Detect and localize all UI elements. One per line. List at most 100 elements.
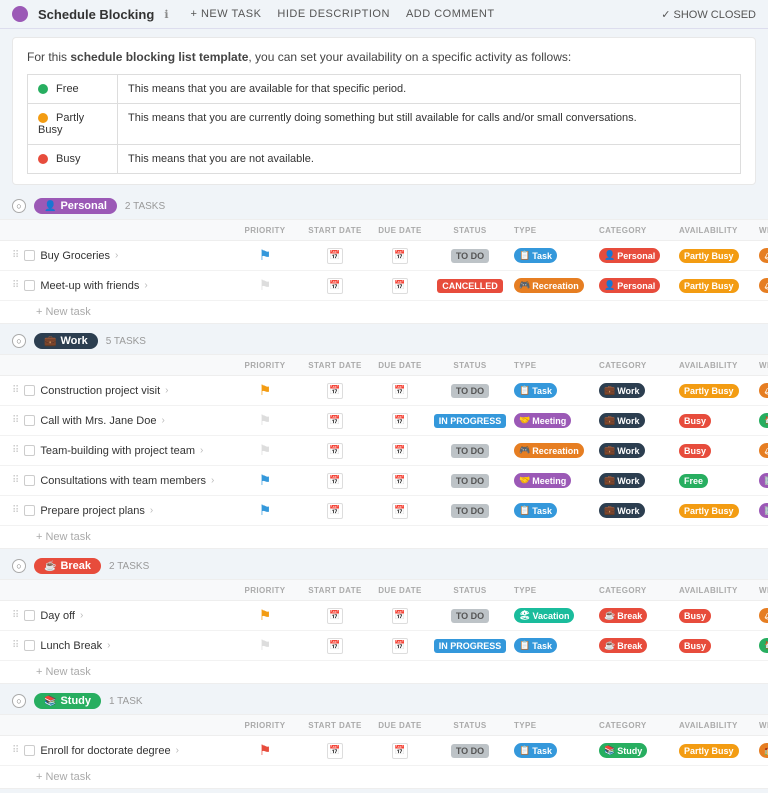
task-start-cell[interactable]: 📅 bbox=[300, 383, 370, 399]
task-expand-arrow[interactable]: › bbox=[107, 640, 110, 651]
task-checkbox[interactable] bbox=[24, 475, 35, 486]
category-badge: ☕Break bbox=[599, 638, 647, 653]
task-expand-arrow[interactable]: › bbox=[211, 475, 214, 486]
task-due-cell[interactable]: 📅 bbox=[370, 278, 430, 294]
drag-handle[interactable]: ⠿ bbox=[12, 385, 19, 396]
due-date-icon[interactable]: 📅 bbox=[392, 638, 408, 654]
task-checkbox[interactable] bbox=[24, 610, 35, 621]
group-toggle-personal[interactable]: ○ bbox=[12, 199, 26, 213]
task-checkbox[interactable] bbox=[24, 445, 35, 456]
task-due-cell[interactable]: 📅 bbox=[370, 608, 430, 624]
task-start-cell[interactable]: 📅 bbox=[300, 248, 370, 264]
due-date-icon[interactable]: 📅 bbox=[392, 383, 408, 399]
show-closed-toggle[interactable]: ✓ SHOW CLOSED bbox=[661, 8, 756, 21]
start-date-icon[interactable]: 📅 bbox=[327, 743, 343, 759]
task-start-cell[interactable]: 📅 bbox=[300, 443, 370, 459]
drag-handle[interactable]: ⠿ bbox=[12, 505, 19, 516]
task-checkbox[interactable] bbox=[24, 640, 35, 651]
drag-handle[interactable]: ⠿ bbox=[12, 250, 19, 261]
task-checkbox[interactable] bbox=[24, 280, 35, 291]
task-status-cell[interactable]: TO DO bbox=[430, 744, 510, 758]
task-start-cell[interactable]: 📅 bbox=[300, 413, 370, 429]
group-toggle-work[interactable]: ○ bbox=[12, 334, 26, 348]
task-checkbox[interactable] bbox=[24, 415, 35, 426]
drag-handle[interactable]: ⠿ bbox=[12, 610, 19, 621]
task-status-cell[interactable]: IN PROGRESS bbox=[430, 639, 510, 653]
drag-handle[interactable]: ⠿ bbox=[12, 280, 19, 291]
group-toggle-break[interactable]: ○ bbox=[12, 559, 26, 573]
drag-handle[interactable]: ⠿ bbox=[12, 745, 19, 756]
start-date-icon[interactable]: 📅 bbox=[327, 383, 343, 399]
start-date-icon[interactable]: 📅 bbox=[327, 638, 343, 654]
start-date-icon[interactable]: 📅 bbox=[327, 503, 343, 519]
task-expand-arrow[interactable]: › bbox=[80, 610, 83, 621]
drag-handle[interactable]: ⠿ bbox=[12, 475, 19, 486]
start-date-icon[interactable]: 📅 bbox=[327, 473, 343, 489]
task-status-cell[interactable]: TO DO bbox=[430, 474, 510, 488]
task-checkbox[interactable] bbox=[24, 250, 35, 261]
task-expand-arrow[interactable]: › bbox=[150, 505, 153, 516]
description-table: Free This means that you are available f… bbox=[27, 74, 741, 174]
task-due-cell[interactable]: 📅 bbox=[370, 443, 430, 459]
due-date-icon[interactable]: 📅 bbox=[392, 248, 408, 264]
task-status-cell[interactable]: TO DO bbox=[430, 384, 510, 398]
task-expand-arrow[interactable]: › bbox=[176, 745, 179, 756]
start-date-icon[interactable]: 📅 bbox=[327, 278, 343, 294]
task-start-cell[interactable]: 📅 bbox=[300, 638, 370, 654]
task-due-cell[interactable]: 📅 bbox=[370, 503, 430, 519]
start-date-icon[interactable]: 📅 bbox=[327, 608, 343, 624]
task-expand-arrow[interactable]: › bbox=[200, 445, 203, 456]
task-due-cell[interactable]: 📅 bbox=[370, 473, 430, 489]
due-date-icon[interactable]: 📅 bbox=[392, 443, 408, 459]
priority-empty: ⚑ bbox=[259, 442, 272, 459]
due-date-icon[interactable]: 📅 bbox=[392, 608, 408, 624]
task-due-cell[interactable]: 📅 bbox=[370, 638, 430, 654]
new-task-button[interactable]: + NEW TASK bbox=[187, 6, 266, 22]
task-expand-arrow[interactable]: › bbox=[115, 250, 118, 261]
drag-handle[interactable]: ⠿ bbox=[12, 445, 19, 456]
due-date-icon[interactable]: 📅 bbox=[392, 743, 408, 759]
add-comment-button[interactable]: ADD COMMENT bbox=[402, 6, 499, 22]
due-date-icon[interactable]: 📅 bbox=[392, 278, 408, 294]
due-date-icon[interactable]: 📅 bbox=[392, 503, 408, 519]
task-checkbox[interactable] bbox=[24, 745, 35, 756]
task-where-cell: 🏕Outside bbox=[755, 248, 768, 263]
task-status-cell[interactable]: IN PROGRESS bbox=[430, 414, 510, 428]
task-status-cell[interactable]: TO DO bbox=[430, 504, 510, 518]
task-expand-arrow[interactable]: › bbox=[165, 385, 168, 396]
task-checkbox[interactable] bbox=[24, 385, 35, 396]
task-due-cell[interactable]: 📅 bbox=[370, 743, 430, 759]
task-start-cell[interactable]: 📅 bbox=[300, 503, 370, 519]
due-date-icon[interactable]: 📅 bbox=[392, 473, 408, 489]
task-start-cell[interactable]: 📅 bbox=[300, 743, 370, 759]
task-start-cell[interactable]: 📅 bbox=[300, 473, 370, 489]
task-due-cell[interactable]: 📅 bbox=[370, 248, 430, 264]
add-task-study[interactable]: + New task bbox=[0, 766, 768, 789]
task-status-cell[interactable]: TO DO bbox=[430, 444, 510, 458]
add-task-break[interactable]: + New task bbox=[0, 661, 768, 684]
task-status-cell[interactable]: TO DO bbox=[430, 249, 510, 263]
task-due-cell[interactable]: 📅 bbox=[370, 383, 430, 399]
start-date-icon[interactable]: 📅 bbox=[327, 443, 343, 459]
start-date-icon[interactable]: 📅 bbox=[327, 413, 343, 429]
info-icon[interactable]: ℹ bbox=[164, 8, 168, 21]
drag-handle[interactable]: ⠿ bbox=[12, 640, 19, 651]
group-toggle-study[interactable]: ○ bbox=[12, 694, 26, 708]
add-task-work[interactable]: + New task bbox=[0, 526, 768, 549]
col-header-avail: AVAILABILITY bbox=[675, 226, 755, 235]
task-expand-arrow[interactable]: › bbox=[144, 280, 147, 291]
task-checkbox[interactable] bbox=[24, 505, 35, 516]
task-due-cell[interactable]: 📅 bbox=[370, 413, 430, 429]
drag-handle[interactable]: ⠿ bbox=[12, 415, 19, 426]
task-expand-arrow[interactable]: › bbox=[161, 415, 164, 426]
task-status-cell[interactable]: CANCELLED bbox=[430, 279, 510, 293]
task-status-cell[interactable]: TO DO bbox=[430, 609, 510, 623]
due-date-icon[interactable]: 📅 bbox=[392, 413, 408, 429]
task-priority-cell: ⚑ bbox=[230, 277, 300, 294]
task-start-cell[interactable]: 📅 bbox=[300, 608, 370, 624]
add-task-personal[interactable]: + New task bbox=[0, 301, 768, 324]
task-start-cell[interactable]: 📅 bbox=[300, 278, 370, 294]
start-date-icon[interactable]: 📅 bbox=[327, 248, 343, 264]
hide-description-button[interactable]: HIDE DESCRIPTION bbox=[273, 6, 394, 22]
tasks-wrap-study: ⠿ Enroll for doctorate degree › ⚑ 📅 📅 TO… bbox=[0, 736, 768, 789]
